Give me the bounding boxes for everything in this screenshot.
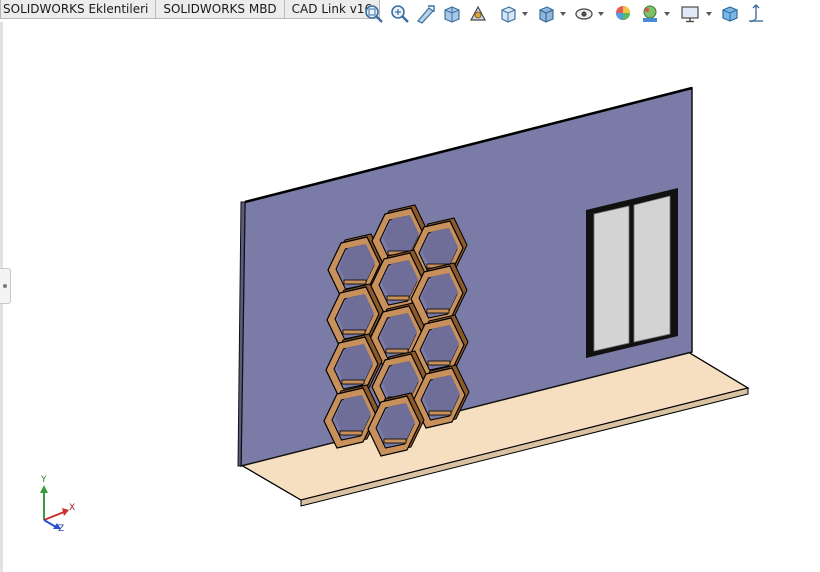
window <box>586 188 678 358</box>
view-settings-dropdown-icon[interactable] <box>706 12 712 16</box>
hide-show-dropdown-icon[interactable] <box>598 12 604 16</box>
triad-z-label: Z <box>58 524 65 534</box>
display-style-dropdown-icon[interactable] <box>560 12 566 16</box>
model-scene <box>237 86 750 507</box>
apply-scene-dropdown-icon[interactable] <box>664 12 670 16</box>
hexagon-shelf-unit <box>323 204 470 457</box>
command-manager-tabs: SOLIDWORKS Eklentileri SOLIDWORKS MBD CA… <box>0 0 381 20</box>
triad-x-label: X <box>69 503 76 513</box>
view-orientation-dropdown-icon[interactable] <box>522 12 528 16</box>
tab-solidworks-mbd[interactable]: SOLIDWORKS MBD <box>155 0 285 19</box>
axis-triad: Y X Z <box>33 475 83 534</box>
triad-y-label: Y <box>41 475 47 485</box>
tab-solidworks-eklentileri[interactable]: SOLIDWORKS Eklentileri <box>0 0 157 19</box>
graphics-area[interactable] <box>0 22 820 572</box>
